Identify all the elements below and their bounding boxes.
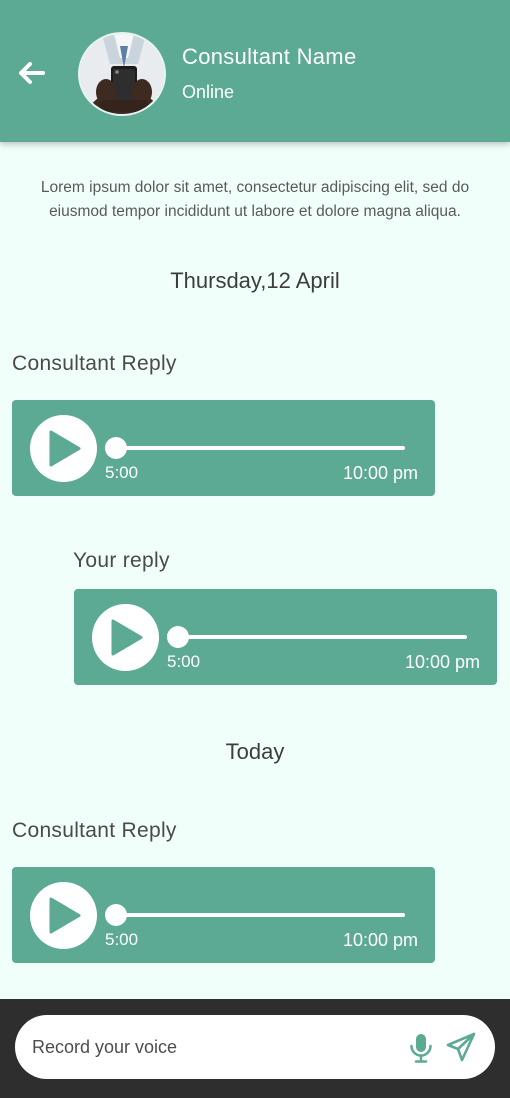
composer-pill — [15, 1015, 495, 1079]
back-button[interactable] — [14, 56, 48, 90]
avatar[interactable] — [78, 32, 166, 116]
composer-bar — [0, 999, 510, 1098]
audio-progress-thumb[interactable] — [105, 904, 127, 926]
audio-progress-thumb[interactable] — [105, 437, 127, 459]
message-time: 10:00 pm — [404, 652, 480, 672]
audio-progress-track[interactable] — [115, 446, 405, 450]
arrow-left-icon — [19, 62, 45, 84]
play-icon — [49, 897, 81, 934]
sender-label: Consultant Reply — [12, 819, 177, 842]
audio-progress-track[interactable] — [177, 635, 467, 639]
contact-status: Online — [182, 82, 235, 102]
play-icon — [49, 430, 81, 467]
mic-button[interactable] — [408, 1033, 434, 1063]
audio-duration: 5:00 — [167, 652, 201, 671]
audio-duration: 5:00 — [105, 930, 139, 949]
send-button[interactable] — [445, 1031, 477, 1063]
play-button[interactable] — [30, 882, 97, 949]
audio-progress-track[interactable] — [115, 913, 405, 917]
date-separator: Thursday,12 April — [170, 268, 340, 293]
chat-header: Consultant Name Online — [0, 0, 510, 142]
sender-label: Your reply — [73, 549, 170, 572]
message-time: 10:00 pm — [342, 463, 418, 483]
send-icon — [446, 1032, 476, 1062]
audio-duration: 5:00 — [105, 463, 139, 482]
voice-message: 5:00 10:00 pm — [12, 400, 435, 496]
date-separator: Today — [225, 739, 285, 764]
record-voice-input[interactable] — [32, 1031, 392, 1063]
audio-progress-thumb[interactable] — [167, 626, 189, 648]
microphone-icon — [410, 1034, 432, 1063]
sender-label: Consultant Reply — [12, 352, 177, 375]
play-button[interactable] — [30, 415, 97, 482]
voice-message: 5:00 10:00 pm — [74, 589, 497, 685]
play-icon — [111, 619, 143, 656]
chat-intro-text: Lorem ipsum dolor sit amet, consectetur … — [40, 179, 470, 220]
voice-message: 5:00 10:00 pm — [12, 867, 435, 963]
contact-name: Consultant Name — [182, 44, 357, 69]
play-button[interactable] — [92, 604, 159, 671]
avatar-image — [80, 34, 164, 114]
message-time: 10:00 pm — [342, 930, 418, 950]
